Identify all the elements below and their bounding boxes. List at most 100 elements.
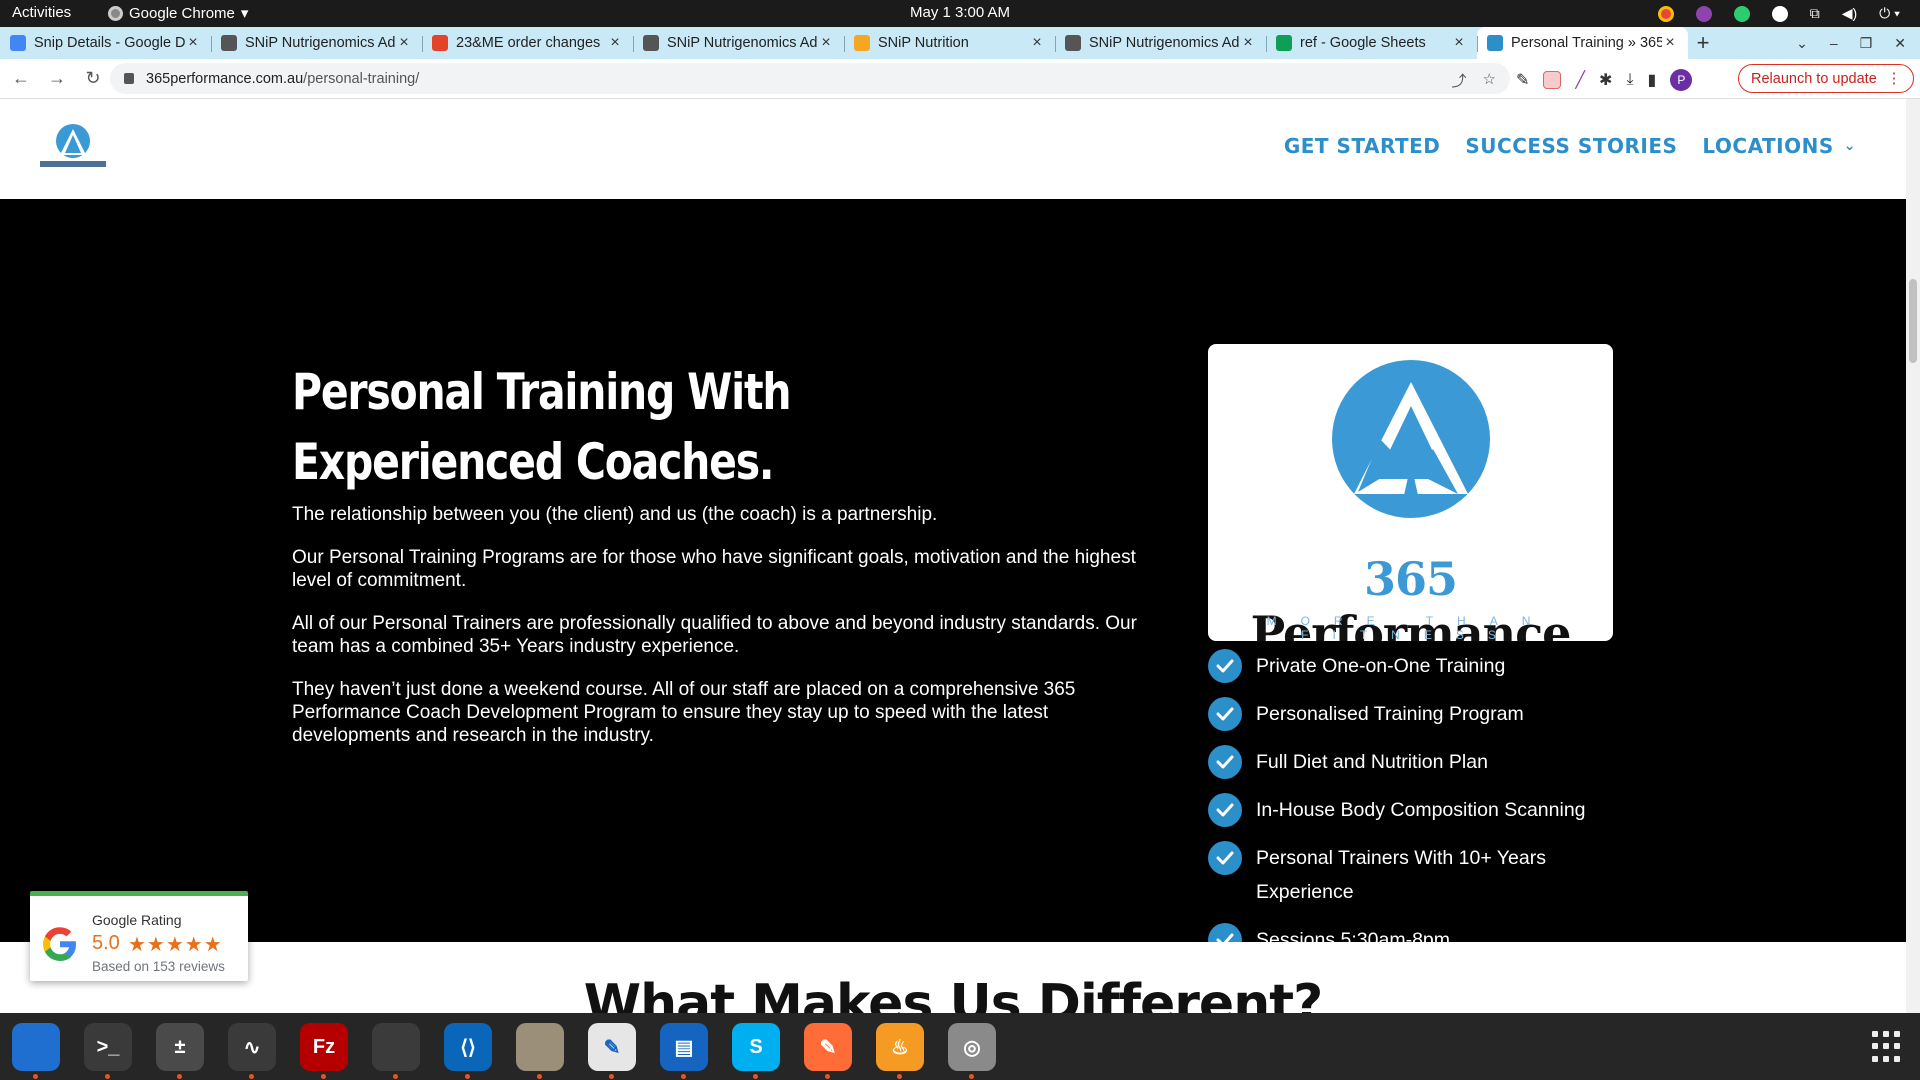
calendar-extension-icon[interactable] [1543,71,1562,89]
mountain-logo-icon [1332,360,1490,518]
chevron-down-icon: ⌄ [1843,138,1856,154]
more-vert-icon[interactable]: ⋮ [1887,71,1902,87]
clock[interactable]: May 1 3:00 AM [910,4,1010,21]
browser-tab[interactable]: 23&ME order changes × [422,27,633,59]
close-icon[interactable]: × [818,34,834,52]
postman-icon[interactable]: ✎ [804,1023,852,1079]
url-path: /personal-training/ [303,70,420,87]
feature-label: Personalised Training Program [1256,703,1524,725]
running-indicator [177,1074,182,1079]
google-rating-widget[interactable]: Google Rating 5.0 ★★★★★ Based on 153 rev… [30,891,248,981]
app-menu[interactable]: Google Chrome ▾ [108,4,248,22]
close-icon[interactable]: × [185,34,201,52]
tab-favicon-icon [1065,35,1081,51]
check-circle-icon [1208,649,1242,683]
feature-item: Personal Trainers With 10+ Years Experie… [1208,841,1628,909]
power-icon[interactable]: ⏻ ▾ [1879,5,1900,22]
running-indicator [393,1074,398,1079]
chrome-tray-icon[interactable] [1657,5,1674,22]
feature-item: In-House Body Composition Scanning [1208,793,1628,827]
close-icon[interactable]: × [1240,34,1256,52]
ember-icon[interactable]: ♨ [876,1023,924,1079]
show-applications-icon[interactable] [1872,1031,1904,1063]
hero-paragraph: All of our Personal Trainers are profess… [292,613,1137,657]
app-tray-icon[interactable] [1771,5,1788,22]
lock-icon[interactable] [124,73,134,84]
relaunch-button[interactable]: Relaunch to update ⋮ [1738,64,1915,93]
maximize-icon[interactable]: ❐ [1860,35,1873,52]
nav-locations[interactable]: LOCATIONS ⌄ [1702,134,1856,158]
close-window-icon[interactable]: ✕ [1894,35,1906,52]
running-indicator [753,1074,758,1079]
nav-success-stories[interactable]: SUCCESS STORIES [1465,134,1677,158]
vscode-icon[interactable]: ⟨⟩ [444,1023,492,1079]
scrollbar-thumb[interactable] [1909,279,1917,363]
tab-title: SNiP Nutrigenomics Admin [1089,35,1240,51]
browser-tab[interactable]: SNiP Nutrition × [844,27,1055,59]
tab-strip: Snip Details - Google Docs×SNiP Nutrigen… [0,27,1920,59]
hero-title: Personal Training With Experienced Coach… [292,363,792,491]
terminal-icon[interactable]: >_ [84,1023,132,1079]
close-icon[interactable]: × [1451,34,1467,52]
running-indicator [321,1074,326,1079]
close-icon[interactable]: × [607,34,623,52]
hero-paragraph: They haven’t just done a weekend course.… [292,679,1076,746]
browser-tab[interactable]: SNiP Nutrigenomics Admin× [211,27,422,59]
pen-extension-icon[interactable]: ╱ [1575,70,1585,90]
close-icon[interactable]: × [396,34,412,52]
hero-copy: The relationship between you (the client… [292,503,1152,767]
browser-tab[interactable]: SNiP Nutrigenomics Admin× [1055,27,1266,59]
side-panel-icon[interactable]: ▮ [1648,70,1657,90]
running-indicator [465,1074,470,1079]
sync-tray-icon[interactable] [1733,5,1750,22]
tab-search-icon[interactable]: ⌄ [1796,35,1808,52]
forward-icon[interactable]: → [42,68,72,89]
tab-title: SNiP Nutrigenomics Admin [667,35,818,51]
address-bar[interactable]: 365performance.com.au/personal-training/… [110,63,1510,94]
rating-title: Google Rating [92,912,182,928]
new-tab-button[interactable]: + [1688,27,1718,59]
minimize-icon[interactable]: – [1830,35,1838,51]
bookmark-star-icon[interactable]: ☆ [1483,70,1496,91]
browser-tab[interactable]: Personal Training » 365 Performance× [1477,27,1688,59]
site-logo[interactable] [36,123,110,173]
nav-get-started[interactable]: GET STARTED [1284,134,1441,158]
feature-label: In-House Body Composition Scanning [1256,799,1586,821]
browser-tab[interactable]: ref - Google Sheets × [1266,27,1477,59]
page-scrollbar[interactable] [1906,99,1920,1013]
main-nav: GET STARTED SUCCESS STORIES LOCATIONS ⌄ [1284,134,1856,158]
extensions-area: ✎ ╱ ✱ ⤓ ▮ P [1516,69,1693,91]
libreoffice-writer-icon[interactable]: ▤ [660,1023,708,1079]
volume-icon[interactable]: ◀) [1842,5,1857,22]
nav-locations-label: LOCATIONS [1702,134,1834,158]
system-monitor-icon[interactable]: ∿ [228,1023,276,1079]
browser-tab[interactable]: Snip Details - Google Docs× [0,27,211,59]
files-icon[interactable] [516,1023,564,1079]
text-editor-icon[interactable]: ✎ [588,1023,636,1079]
share-icon[interactable]: ⤴ [1452,70,1467,91]
feature-label: Full Diet and Nutrition Plan [1256,751,1488,773]
close-icon[interactable]: × [1029,34,1045,52]
puzzle-extensions-icon[interactable]: ✱ [1599,70,1612,90]
network-icon[interactable]: ⧉ [1810,5,1820,22]
close-icon[interactable]: × [1662,34,1678,52]
download-icon[interactable]: ⤓ [1626,71,1633,89]
dock: >_ ± ∿ Fz ⟨⟩ ✎ ▤ S ✎ ♨ ◎ [0,1013,1920,1080]
eyedropper-extension-icon[interactable]: ✎ [1516,70,1529,90]
disk-utility-icon[interactable]: ◎ [948,1023,996,1079]
browser-tab[interactable]: SNiP Nutrigenomics Admin× [633,27,844,59]
window-controls: ⌄ – ❐ ✕ [1796,27,1906,59]
running-indicator [825,1074,830,1079]
profile-avatar[interactable]: P [1670,69,1693,91]
extension-tray-icon[interactable] [1695,5,1712,22]
chrome-icon[interactable] [372,1023,420,1079]
filezilla-icon[interactable]: Fz [300,1023,348,1079]
url-domain: 365performance.com.au [146,70,304,87]
back-icon[interactable]: ← [6,68,36,89]
activities-button[interactable]: Activities [12,4,71,21]
reload-icon[interactable]: ↻ [78,68,108,89]
feature-item: Full Diet and Nutrition Plan [1208,745,1628,779]
thunderbird-icon[interactable] [12,1023,60,1079]
calculator-icon[interactable]: ± [156,1023,204,1079]
skype-icon[interactable]: S [732,1023,780,1079]
